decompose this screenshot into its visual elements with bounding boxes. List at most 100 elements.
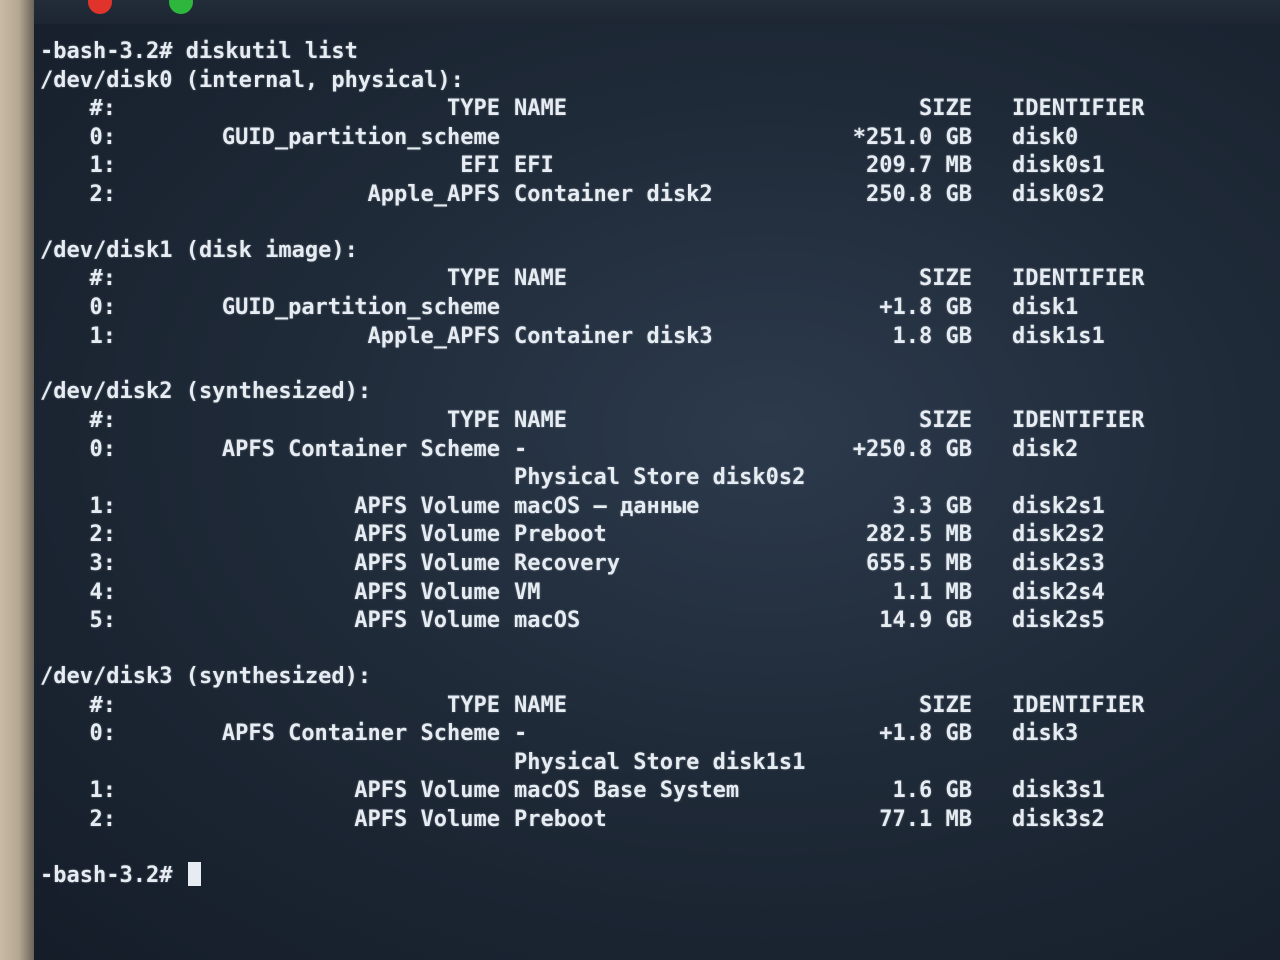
column-header-name: NAME bbox=[514, 407, 567, 433]
column-header-identifier: IDENTIFIER bbox=[1012, 692, 1145, 718]
partition-row: 1: APFS Volume macOS — данные 3.3 GB disk2s1 bbox=[40, 493, 1240, 521]
partition-size: 655.5 MB bbox=[866, 550, 972, 576]
column-header-name: NAME bbox=[514, 96, 567, 122]
partition-name: Physical Store disk1s1 bbox=[514, 749, 806, 775]
zoom-window-button[interactable] bbox=[169, 0, 193, 14]
column-header-type: TYPE bbox=[447, 266, 500, 292]
column-header-size: SIZE bbox=[919, 96, 972, 122]
partition-row: 0: APFS Container Scheme - +1.8 GB disk3 bbox=[40, 720, 1240, 748]
partition-name: - bbox=[514, 721, 528, 747]
column-header-row: #: TYPE NAME SIZE IDENTIFIER bbox=[40, 265, 1240, 293]
partition-number: 1: bbox=[89, 323, 117, 349]
partition-identifier: disk0 bbox=[1012, 124, 1079, 150]
partition-row: 3: APFS Volume Recovery 655.5 MB disk2s3 bbox=[40, 550, 1240, 578]
partition-row: 2: APFS Volume Preboot 77.1 MB disk3s2 bbox=[40, 806, 1240, 834]
column-header-name: NAME bbox=[514, 266, 567, 292]
partition-number: 0: bbox=[89, 124, 117, 150]
partition-row: 4: APFS Volume VM 1.1 MB disk2s4 bbox=[40, 579, 1240, 607]
partition-type: GUID_partition_scheme bbox=[221, 124, 500, 150]
column-header-row: #: TYPE NAME SIZE IDENTIFIER bbox=[40, 407, 1240, 435]
partition-number: 2: bbox=[89, 522, 117, 548]
partition-name: Preboot bbox=[514, 806, 607, 832]
partition-row: Physical Store disk1s1 bbox=[40, 749, 1240, 777]
disk-header: /dev/disk2 (synthesized): bbox=[40, 379, 372, 405]
partition-identifier: disk2s1 bbox=[1012, 493, 1105, 519]
column-header-identifier: IDENTIFIER bbox=[1012, 266, 1145, 292]
partition-identifier: disk3s1 bbox=[1012, 778, 1105, 804]
partition-type: EFI bbox=[460, 153, 500, 179]
terminal-output[interactable]: -bash-3.2# diskutil list /dev/disk0 (int… bbox=[40, 38, 1260, 938]
partition-number: 1: bbox=[89, 493, 117, 519]
partition-number: 1: bbox=[89, 153, 117, 179]
partition-number: 0: bbox=[89, 436, 117, 462]
column-header-num: #: bbox=[89, 407, 117, 433]
column-header-row: #: TYPE NAME SIZE IDENTIFIER bbox=[40, 692, 1240, 720]
partition-name: Container disk3 bbox=[514, 323, 713, 349]
partition-number: 1: bbox=[89, 778, 117, 804]
column-header-num: #: bbox=[89, 692, 117, 718]
partition-identifier: disk0s1 bbox=[1012, 153, 1105, 179]
partition-size: 1.6 GB bbox=[892, 778, 972, 804]
partition-name: Recovery bbox=[514, 550, 620, 576]
partition-name: macOS bbox=[514, 608, 581, 634]
partition-size: *251.0 GB bbox=[852, 124, 972, 150]
column-header-identifier: IDENTIFIER bbox=[1012, 96, 1145, 122]
column-header-num: #: bbox=[89, 266, 117, 292]
command-line: -bash-3.2# diskutil list bbox=[40, 39, 358, 64]
partition-row: 1: Apple_APFS Container disk3 1.8 GB disk1s1 bbox=[40, 323, 1240, 351]
partition-row: 1: EFI EFI 209.7 MB disk0s1 bbox=[40, 152, 1240, 180]
partition-size: +1.8 GB bbox=[879, 295, 972, 320]
text-cursor bbox=[187, 861, 201, 886]
partition-size: 1.8 GB bbox=[892, 323, 972, 349]
prompt-line: -bash-3.2# bbox=[40, 861, 1240, 890]
partition-row: Physical Store disk0s2 bbox=[40, 464, 1240, 492]
disk-header: /dev/disk1 (disk image): bbox=[40, 237, 358, 263]
partition-type: APFS Container Scheme bbox=[221, 436, 500, 462]
partition-name: EFI bbox=[514, 153, 554, 179]
column-header-type: TYPE bbox=[447, 692, 500, 718]
partition-type: APFS Volume bbox=[354, 579, 500, 605]
partition-identifier: disk2s4 bbox=[1012, 579, 1105, 605]
partition-size: 14.9 GB bbox=[879, 608, 972, 634]
partition-row: 0: GUID_partition_scheme *251.0 GB disk0 bbox=[40, 124, 1240, 152]
partition-identifier: disk3 bbox=[1012, 721, 1079, 747]
partition-number: 2: bbox=[89, 182, 117, 207]
partition-identifier: disk2 bbox=[1012, 436, 1079, 462]
partition-size: 1.1 MB bbox=[892, 579, 972, 605]
partition-size: 3.3 GB bbox=[892, 493, 972, 519]
column-header-type: TYPE bbox=[447, 407, 500, 433]
column-header-size: SIZE bbox=[919, 266, 972, 292]
partition-identifier: disk0s2 bbox=[1012, 182, 1105, 207]
partition-row: 0: GUID_partition_scheme +1.8 GB disk1 bbox=[40, 294, 1240, 322]
partition-type: APFS Container Scheme bbox=[221, 721, 500, 747]
partition-name: macOS Base System bbox=[514, 778, 740, 804]
partition-identifier: disk2s5 bbox=[1012, 608, 1105, 634]
partition-name: - bbox=[514, 436, 528, 462]
disk-header: /dev/disk0 (internal, physical): bbox=[40, 67, 464, 93]
partition-identifier: disk3s2 bbox=[1012, 806, 1105, 832]
partition-type: APFS Volume bbox=[354, 550, 500, 576]
partition-type: APFS Volume bbox=[354, 806, 500, 832]
partition-number: 2: bbox=[89, 806, 117, 832]
partition-size: 77.1 MB bbox=[879, 806, 972, 832]
partition-identifier: disk2s3 bbox=[1012, 550, 1105, 576]
window-titlebar bbox=[34, 0, 1280, 24]
screen-bezel bbox=[0, 0, 34, 960]
partition-number: 5: bbox=[89, 608, 117, 634]
column-header-num: #: bbox=[89, 96, 117, 122]
prompt-text: -bash-3.2# bbox=[40, 862, 173, 888]
column-header-identifier: IDENTIFIER bbox=[1012, 407, 1145, 433]
partition-size: +250.8 GB bbox=[852, 436, 972, 462]
partition-number: 0: bbox=[89, 721, 117, 747]
partition-name: macOS — данные bbox=[514, 493, 700, 519]
column-header-type: TYPE bbox=[447, 96, 500, 122]
close-window-button[interactable] bbox=[88, 0, 112, 14]
partition-identifier: disk1s1 bbox=[1012, 323, 1105, 349]
column-header-name: NAME bbox=[514, 692, 567, 718]
column-header-size: SIZE bbox=[919, 407, 972, 433]
partition-row: 2: Apple_APFS Container disk2 250.8 GB disk0… bbox=[40, 181, 1240, 209]
partition-type: Apple_APFS bbox=[367, 323, 500, 349]
column-header-size: SIZE bbox=[919, 692, 972, 718]
partition-type: APFS Volume bbox=[354, 522, 500, 548]
partition-name: Physical Store disk0s2 bbox=[514, 465, 806, 491]
